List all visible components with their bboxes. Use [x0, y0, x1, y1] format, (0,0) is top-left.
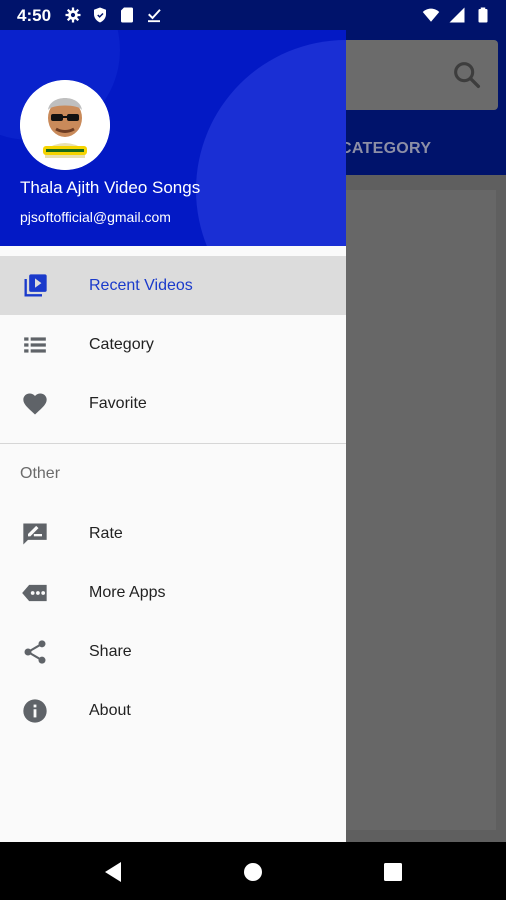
status-time: 4:50 [17, 6, 52, 25]
list-icon [20, 330, 50, 360]
header-decoration [196, 40, 346, 246]
search-icon[interactable] [450, 58, 484, 92]
back-icon[interactable] [101, 860, 125, 884]
battery-icon [478, 7, 488, 23]
menu-item-label: Favorite [89, 394, 147, 412]
shield-icon [94, 7, 106, 23]
tab-category[interactable]: CATEGORY [340, 140, 431, 158]
home-icon[interactable] [241, 860, 265, 884]
video-library-icon [20, 271, 50, 301]
more-apps-icon [20, 578, 50, 608]
drawer-email: pjsoftofficial@gmail.com [20, 209, 171, 225]
drawer-menu: Recent Videos Category Favorite Other Ra… [0, 256, 346, 740]
background-content-card [346, 190, 496, 830]
recents-icon[interactable] [381, 860, 405, 884]
sd-card-icon [121, 7, 133, 23]
menu-item-label: Share [89, 642, 132, 660]
drawer-app-name: Thala Ajith Video Songs [20, 178, 201, 197]
menu-item-label: Recent Videos [89, 276, 193, 294]
menu-item-label: More Apps [89, 583, 166, 601]
status-bar: 4:50 [0, 0, 506, 30]
wifi-icon [422, 8, 440, 22]
menu-item-recent-videos[interactable]: Recent Videos [0, 256, 346, 315]
menu-item-more-apps[interactable]: More Apps [0, 563, 346, 622]
system-nav-bar [0, 842, 506, 900]
cell-signal-icon [449, 7, 465, 23]
download-done-icon [148, 9, 161, 23]
menu-item-about[interactable]: About [0, 681, 346, 740]
app-logo-icon [20, 80, 110, 170]
rate-review-icon [20, 519, 50, 549]
menu-item-category[interactable]: Category [0, 315, 346, 374]
menu-item-label: Category [89, 335, 154, 353]
menu-item-favorite[interactable]: Favorite [0, 374, 346, 433]
gear-icon [65, 7, 81, 23]
menu-item-label: About [89, 701, 131, 719]
menu-item-share[interactable]: Share [0, 622, 346, 681]
drawer-header: Thala Ajith Video Songs pjsoftofficial@g… [0, 0, 346, 246]
navigation-drawer: Thala Ajith Video Songs pjsoftofficial@g… [0, 0, 346, 842]
menu-item-rate[interactable]: Rate [0, 504, 346, 563]
menu-item-label: Rate [89, 524, 123, 542]
section-title-other: Other [20, 465, 61, 482]
heart-icon [20, 389, 50, 419]
info-icon [20, 696, 50, 726]
share-icon [20, 637, 50, 667]
